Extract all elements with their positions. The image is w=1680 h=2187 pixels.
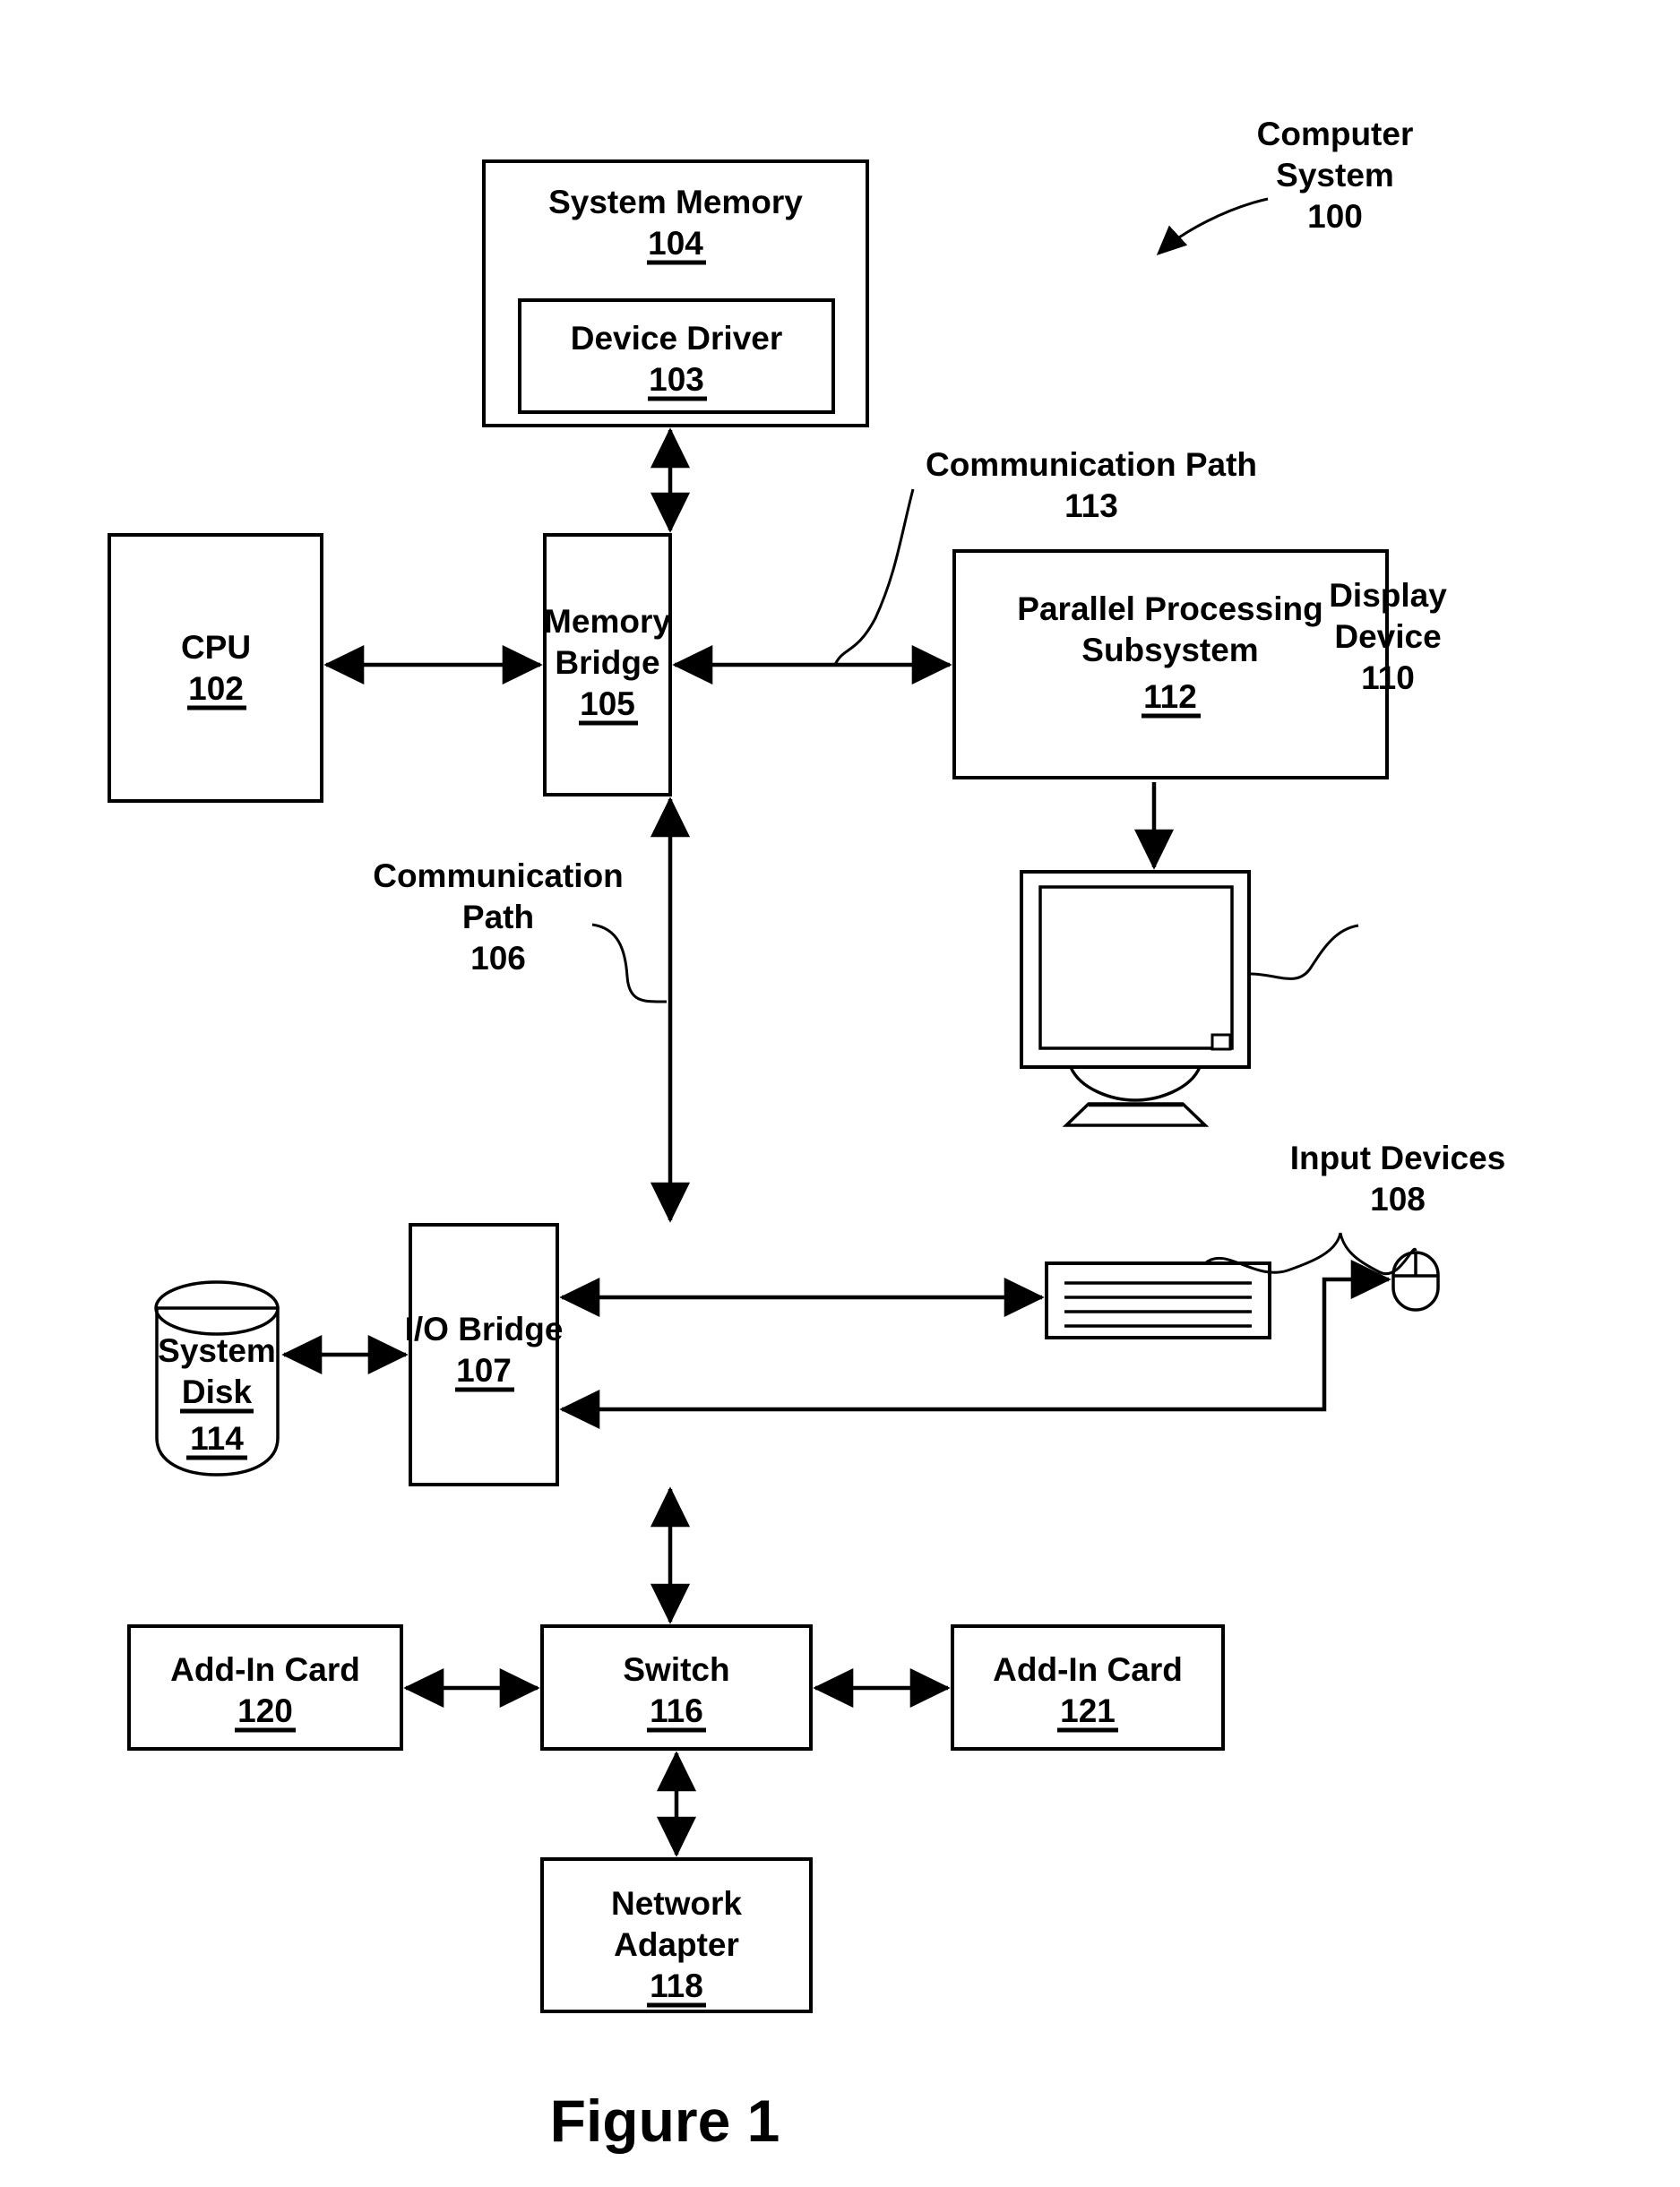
memory-bridge-block[interactable]: Memory Bridge 105 bbox=[543, 533, 672, 796]
pps-title-line2: Subsystem bbox=[1081, 632, 1258, 668]
add-in-card-121-title: Add-In Card bbox=[993, 1651, 1183, 1688]
memory-bridge-ref: 105 bbox=[580, 685, 635, 722]
network-adapter-block[interactable]: Network Adapter 118 bbox=[540, 1857, 813, 2013]
communication-path-106-ref: 106 bbox=[470, 940, 526, 977]
system-disk-title-line1: System bbox=[158, 1332, 276, 1369]
cpu-title: CPU bbox=[181, 629, 251, 666]
io-bridge-title: I/O Bridge bbox=[405, 1311, 564, 1348]
network-adapter-title-line2: Adapter bbox=[614, 1926, 739, 1963]
add-in-card-120-block[interactable]: Add-In Card 120 bbox=[127, 1624, 403, 1751]
monitor-stand-neck bbox=[1069, 1066, 1202, 1102]
switch-ref: 116 bbox=[650, 1692, 703, 1729]
add-in-card-121-block[interactable]: Add-In Card 121 bbox=[951, 1624, 1225, 1751]
cpu-ref: 102 bbox=[188, 670, 244, 707]
add-in-card-120-ref: 120 bbox=[237, 1692, 293, 1729]
communication-path-113-ref: 113 bbox=[1064, 487, 1118, 524]
communication-path-106-leader bbox=[591, 923, 668, 1003]
display-device-leader bbox=[1250, 924, 1359, 980]
communication-path-106-line2: Path bbox=[462, 899, 534, 935]
display-device-label-line2: Device bbox=[1334, 618, 1441, 655]
cpu-block[interactable]: CPU 102 bbox=[108, 533, 323, 803]
io-bridge-block[interactable]: I/O Bridge 107 bbox=[405, 1223, 564, 1486]
computer-system-ref: 100 bbox=[1307, 198, 1363, 235]
device-driver-block[interactable]: Device Driver 103 bbox=[518, 298, 835, 414]
system-memory-title: System Memory bbox=[548, 184, 803, 220]
communication-path-106-line1: Communication bbox=[373, 857, 624, 894]
figure-caption: Figure 1 bbox=[550, 2088, 780, 2154]
monitor-stand-base bbox=[1062, 1102, 1210, 1127]
monitor-power-button[interactable] bbox=[1210, 1033, 1232, 1051]
system-disk-ref: 114 bbox=[190, 1420, 244, 1457]
communication-path-113-label: Communication Path bbox=[926, 446, 1257, 483]
network-adapter-ref: 118 bbox=[650, 1967, 703, 2004]
display-device-label-line1: Display bbox=[1329, 577, 1447, 614]
network-adapter-title-line1: Network bbox=[611, 1885, 742, 1922]
communication-path-113-leader bbox=[833, 488, 915, 666]
computer-system-label-line1: Computer bbox=[1257, 116, 1414, 152]
system-memory-ref: 104 bbox=[648, 225, 703, 262]
cpu-box bbox=[108, 533, 323, 803]
device-driver-ref: 103 bbox=[649, 361, 704, 398]
switch-block[interactable]: Switch 116 bbox=[540, 1624, 813, 1751]
computer-system-callout: Computer System 100 bbox=[1156, 116, 1414, 256]
system-memory-block[interactable]: System Memory 104 Device Driver 103 bbox=[482, 159, 869, 427]
communication-path-106-callout: Communication Path 106 bbox=[373, 857, 668, 1003]
block-diagram: System Memory 104 Device Driver 103 Comp… bbox=[108, 116, 1506, 2154]
memory-bridge-title-line1: Memory bbox=[544, 603, 671, 640]
device-driver-title: Device Driver bbox=[571, 320, 783, 357]
pps-title-line1: Parallel Processing bbox=[1017, 590, 1322, 627]
add-in-card-121-ref: 121 bbox=[1060, 1692, 1116, 1729]
display-device-ref: 110 bbox=[1361, 659, 1415, 696]
system-disk-title-line2: Disk bbox=[182, 1373, 253, 1410]
system-disk-block[interactable]: System Disk 114 bbox=[154, 1280, 280, 1477]
memory-bridge-title-line2: Bridge bbox=[555, 644, 659, 681]
input-devices-label: Input Devices bbox=[1290, 1140, 1506, 1176]
input-devices-brace-right bbox=[1339, 1232, 1417, 1276]
figure-canvas: System Memory 104 Device Driver 103 Comp… bbox=[0, 0, 1680, 2187]
input-devices-group[interactable]: Input Devices 108 bbox=[1045, 1140, 1506, 1339]
io-bridge-ref: 107 bbox=[456, 1352, 512, 1389]
pps-ref: 112 bbox=[1143, 678, 1197, 715]
parallel-processing-subsystem-block[interactable]: Parallel Processing Subsystem 112 bbox=[952, 549, 1389, 779]
input-devices-ref: 108 bbox=[1370, 1181, 1426, 1218]
add-in-card-120-title: Add-In Card bbox=[170, 1651, 360, 1688]
mouse-icon[interactable] bbox=[1391, 1251, 1440, 1312]
computer-system-label-line2: System bbox=[1276, 157, 1394, 194]
switch-title: Switch bbox=[623, 1651, 729, 1688]
computer-system-leader-arrow bbox=[1156, 197, 1269, 256]
